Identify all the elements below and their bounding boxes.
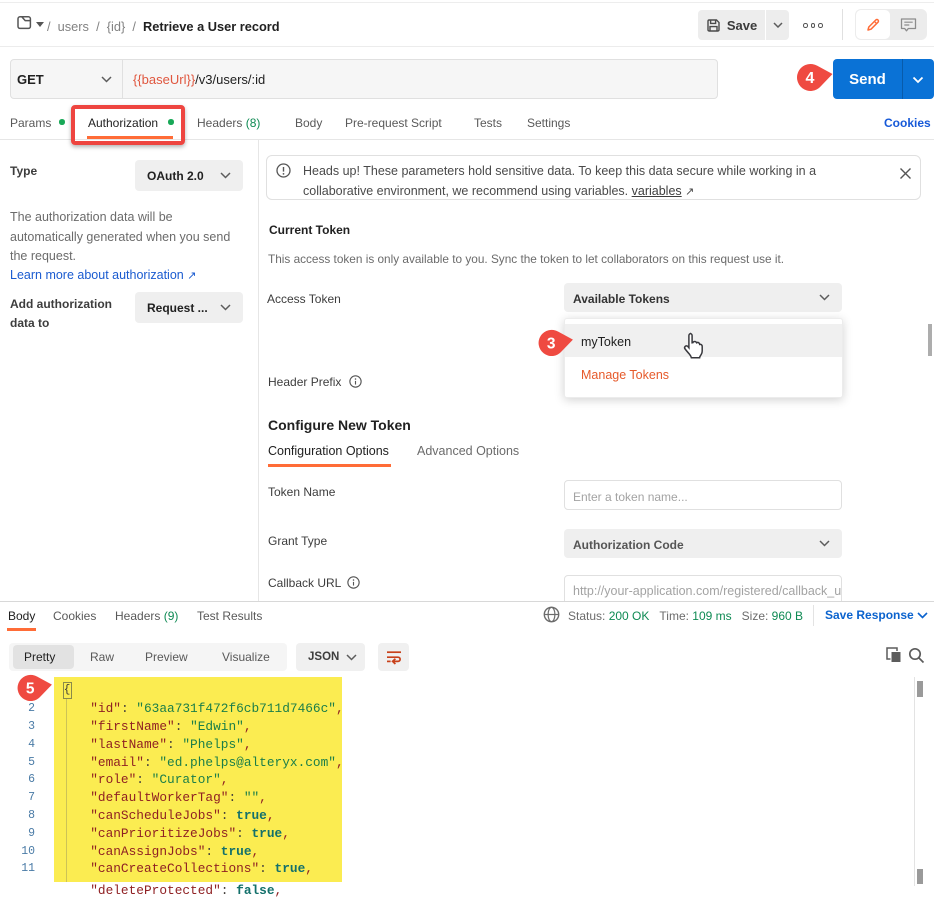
svg-text:5: 5 (26, 680, 35, 697)
svg-text:4: 4 (806, 70, 815, 87)
svg-text:3: 3 (547, 335, 556, 352)
